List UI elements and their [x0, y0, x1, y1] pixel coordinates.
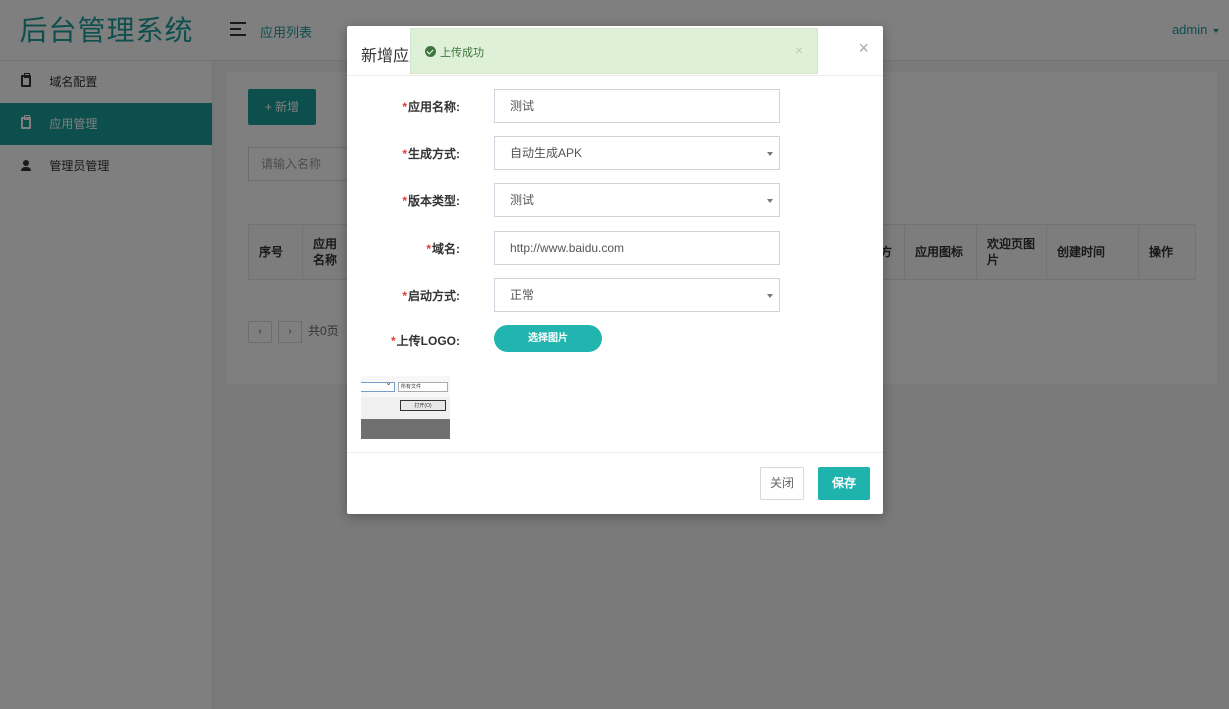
field-label: *域名: — [426, 242, 460, 256]
form-row-version-type: *版本类型: 测试 — [347, 183, 883, 217]
form-row-domain: *域名: http://www.baidu.com — [347, 231, 883, 265]
launch-mode-select[interactable]: 正常 — [494, 278, 780, 312]
success-toast: 上传成功 × — [410, 28, 818, 74]
save-button[interactable]: 保存 — [818, 467, 870, 500]
logo-preview-image: 所有文件 打开(O) — [361, 376, 450, 439]
field-label: *生成方式: — [402, 147, 460, 161]
field-label: *应用名称: — [402, 100, 460, 114]
form-row-launch-mode: *启动方式: 正常 — [347, 278, 883, 312]
close-icon[interactable]: × — [858, 38, 869, 58]
form-row-build-mode: *生成方式: 自动生成APK — [347, 136, 883, 170]
field-label: *版本类型: — [402, 194, 460, 208]
dialog-header: 新增应用 × 上传成功 × — [347, 26, 883, 76]
app-name-input[interactable]: 测试 — [494, 89, 780, 123]
form-row-upload-logo: *上传LOGO: 选择图片 — [347, 325, 883, 359]
field-label: *上传LOGO: — [390, 334, 460, 348]
toast-message: 上传成功 — [440, 47, 484, 59]
toast-close-icon[interactable]: × — [795, 42, 803, 58]
version-type-select[interactable]: 测试 — [494, 183, 780, 217]
domain-input[interactable]: http://www.baidu.com — [494, 231, 780, 265]
form-row-app-name: *应用名称: 测试 — [347, 89, 883, 123]
dialog-footer: 关闭 保存 — [347, 452, 883, 514]
field-label: *启动方式: — [402, 289, 460, 303]
choose-image-button[interactable]: 选择图片 — [494, 325, 602, 352]
check-circle-icon — [425, 46, 436, 57]
add-app-dialog: 新增应用 × 上传成功 × *应用名称: 测试 *生成方式: 自动生成APK *… — [347, 26, 883, 514]
build-mode-select[interactable]: 自动生成APK — [494, 136, 780, 170]
close-button[interactable]: 关闭 — [760, 467, 804, 500]
